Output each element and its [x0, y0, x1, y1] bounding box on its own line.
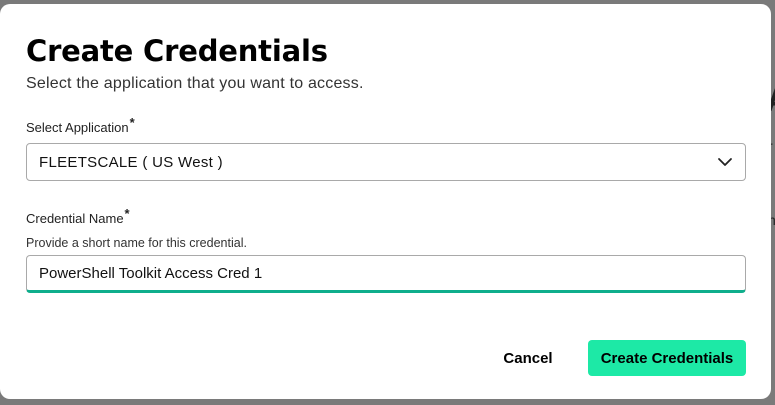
credential-name-label: Credential Name*: [26, 206, 130, 226]
create-credentials-dialog: Create Credentials Select the applicatio…: [0, 4, 771, 399]
required-indicator: *: [129, 115, 135, 130]
create-credentials-button[interactable]: Create Credentials: [588, 340, 746, 376]
credential-name-input[interactable]: [26, 255, 746, 293]
application-select[interactable]: FLEETSCALE ( US West ): [26, 143, 746, 181]
dialog-subtitle: Select the application that you want to …: [26, 75, 364, 92]
application-select-value: FLEETSCALE ( US West ): [39, 153, 223, 171]
required-indicator: *: [124, 206, 130, 221]
select-application-label: Select Application*: [26, 115, 135, 135]
credential-name-help-text: Provide a short name for this credential…: [26, 236, 247, 250]
chevron-down-icon: [717, 154, 733, 170]
dialog-title: Create Credentials: [26, 34, 328, 68]
select-application-label-text: Select Application: [26, 120, 129, 135]
cancel-button[interactable]: Cancel: [494, 341, 562, 375]
credential-name-label-text: Credential Name: [26, 211, 124, 226]
